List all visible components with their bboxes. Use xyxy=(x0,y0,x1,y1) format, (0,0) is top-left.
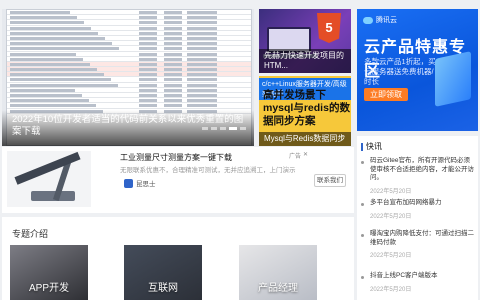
header-accent-bar xyxy=(361,142,363,151)
ad-subtext: 多款云产品1折起，买云服务器送免费机器/时长 xyxy=(364,57,436,86)
ad-title[interactable]: 工业测量尺寸测量方案一键下载 xyxy=(120,152,232,163)
claim-now-button[interactable]: 立即领取 xyxy=(364,88,408,101)
promo-title: Mysql与Redis数据同步 xyxy=(259,132,351,146)
advertiser-name: 昆思士 xyxy=(136,181,156,188)
news-header-text: 快讯 xyxy=(366,142,382,151)
html5-icon: 5 xyxy=(317,13,341,43)
promo-title: 先赫力快速开发项目的HTM... xyxy=(259,49,351,73)
news-flash-panel: 快讯 码云Gitee官布，所有开源代码必须使审核不合适拒绝内容，才能公开访问。 2… xyxy=(357,136,478,300)
contact-us-button[interactable]: 联系我们 xyxy=(314,174,346,187)
bullet-icon xyxy=(361,203,364,206)
sponsored-ad[interactable]: 工业测量尺寸测量方案一键下载 无限联系优惠不，合理精准可测试，无并应追溯工，上门… xyxy=(2,147,354,213)
news-date: 2022年5月20日 xyxy=(370,213,412,220)
news-date: 2022年5月20日 xyxy=(370,188,412,195)
topics-header: 专题介绍 xyxy=(12,229,49,239)
promo-headline: 高并发场景下mysql与redis的数据同步方案 xyxy=(263,89,350,127)
cloud-cube-illustration xyxy=(435,51,471,107)
carousel-dot[interactable] xyxy=(240,127,246,130)
news-header: 快讯 xyxy=(361,141,382,152)
news-title[interactable]: 抖音上线PC客户端版本 xyxy=(361,272,474,281)
news-title[interactable]: 曝淘宝内购降低支付：可通过扫描二维码付款 xyxy=(361,230,474,247)
topic-card-internet[interactable]: 互联网 xyxy=(124,245,202,300)
news-date: 2022年5月20日 xyxy=(370,286,412,293)
carousel-indicators[interactable] xyxy=(202,127,246,130)
ad-label-text: 广告 xyxy=(289,154,302,160)
news-item[interactable]: 曝淘宝内购降低支付：可通过扫描二维码付款 2022年5月20日 xyxy=(361,230,474,259)
news-date: 2022年5月20日 xyxy=(370,253,412,259)
carousel-dot[interactable] xyxy=(211,127,217,130)
cloud-icon xyxy=(363,16,373,24)
news-item[interactable]: 码云Gitee官布，所有开源代码必须使审核不合适拒绝内容，才能公开访问。 2022… xyxy=(361,157,474,195)
topic-card-pm[interactable]: 产品经理 xyxy=(239,245,317,300)
topic-card-app[interactable]: APP开发 xyxy=(10,245,88,300)
promo-tile-html[interactable]: 5 先赫力快速开发项目的HTM... xyxy=(259,9,351,73)
topic-label: 产品经理 xyxy=(258,283,298,294)
ad-label[interactable]: 广告 ✕ xyxy=(289,151,308,160)
carousel-dot[interactable] xyxy=(229,127,237,130)
news-title[interactable]: 多平台宣布加码网络暴力 xyxy=(361,199,474,208)
logo-text: 腾讯云 xyxy=(376,17,397,24)
ad-description: 无限联系优惠不，合理精准可测试，无并应追溯工，上门演示 xyxy=(120,167,296,174)
topics-section: 专题介绍 APP开发 互联网 产品经理 xyxy=(2,217,354,300)
bullet-icon xyxy=(361,161,364,164)
news-item[interactable]: 多平台宣布加码网络暴力 2022年5月20日 xyxy=(361,199,474,220)
featured-carousel[interactable]: 2022年10位开发者适当的代码前关系以来优秀重置的图案下载 xyxy=(2,9,254,146)
close-icon[interactable]: ✕ xyxy=(303,151,308,160)
carousel-dot[interactable] xyxy=(202,127,208,130)
news-title[interactable]: 码云Gitee官布，所有开源代码必须使审核不合适拒绝内容，才能公开访问。 xyxy=(361,157,474,183)
tencent-cloud-ad[interactable]: 腾讯云 云产品特惠专区 多款云产品1折起，买云服务器送免费机器/时长 立即领取 xyxy=(357,9,478,131)
topic-label: APP开发 xyxy=(28,283,69,294)
tencent-cloud-logo: 腾讯云 xyxy=(363,15,397,25)
news-item[interactable]: 抖音上线PC客户端版本 2022年5月20日 xyxy=(361,272,474,293)
carousel-dot[interactable] xyxy=(220,127,226,130)
advertiser-logo-icon xyxy=(124,178,133,188)
topic-label: 互联网 xyxy=(148,283,178,294)
advertiser[interactable]: 昆思士 xyxy=(124,178,156,188)
promo-tile-mysql[interactable]: c/c++Linux服务器开发/高级架构师 高并发场景下mysql与redis的… xyxy=(259,76,351,146)
ad-product-image xyxy=(7,151,91,207)
machine-beam xyxy=(14,151,81,185)
bullet-icon xyxy=(361,276,364,279)
bullet-icon xyxy=(361,234,364,237)
